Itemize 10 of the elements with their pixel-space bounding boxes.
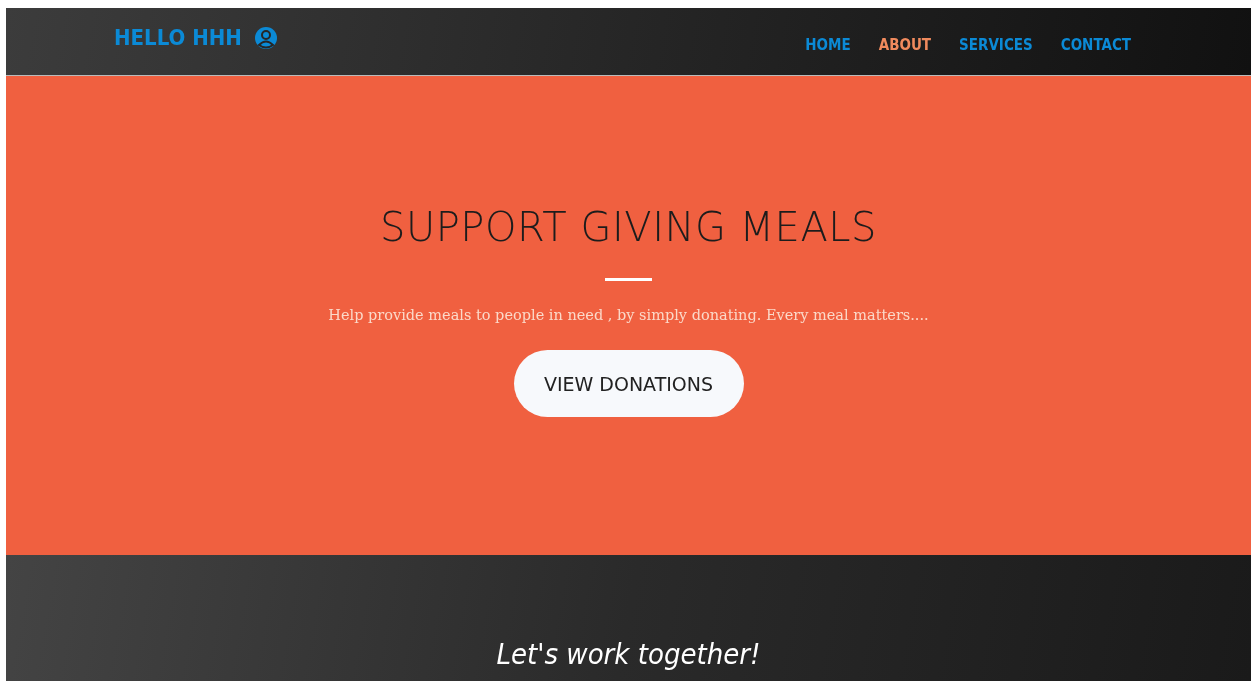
view-donations-button[interactable]: VIEW DONATIONS [513,350,744,417]
nav-link[interactable]: CONTACT [1060,35,1131,54]
nav-link[interactable]: SERVICES [959,35,1033,54]
user-icon [253,25,278,50]
hero-subtitle: Help provide meals to people in need , by simply donating. Every meal matters.... [328,307,929,323]
hero-title: SUPPORT GIVING MEALS [380,204,877,250]
nav-link[interactable]: ABOUT [878,35,932,54]
section-heading: Let's work together! [496,637,761,673]
nav-link[interactable]: HOME [805,35,851,54]
brand-name: HELLO HHH [114,25,242,50]
